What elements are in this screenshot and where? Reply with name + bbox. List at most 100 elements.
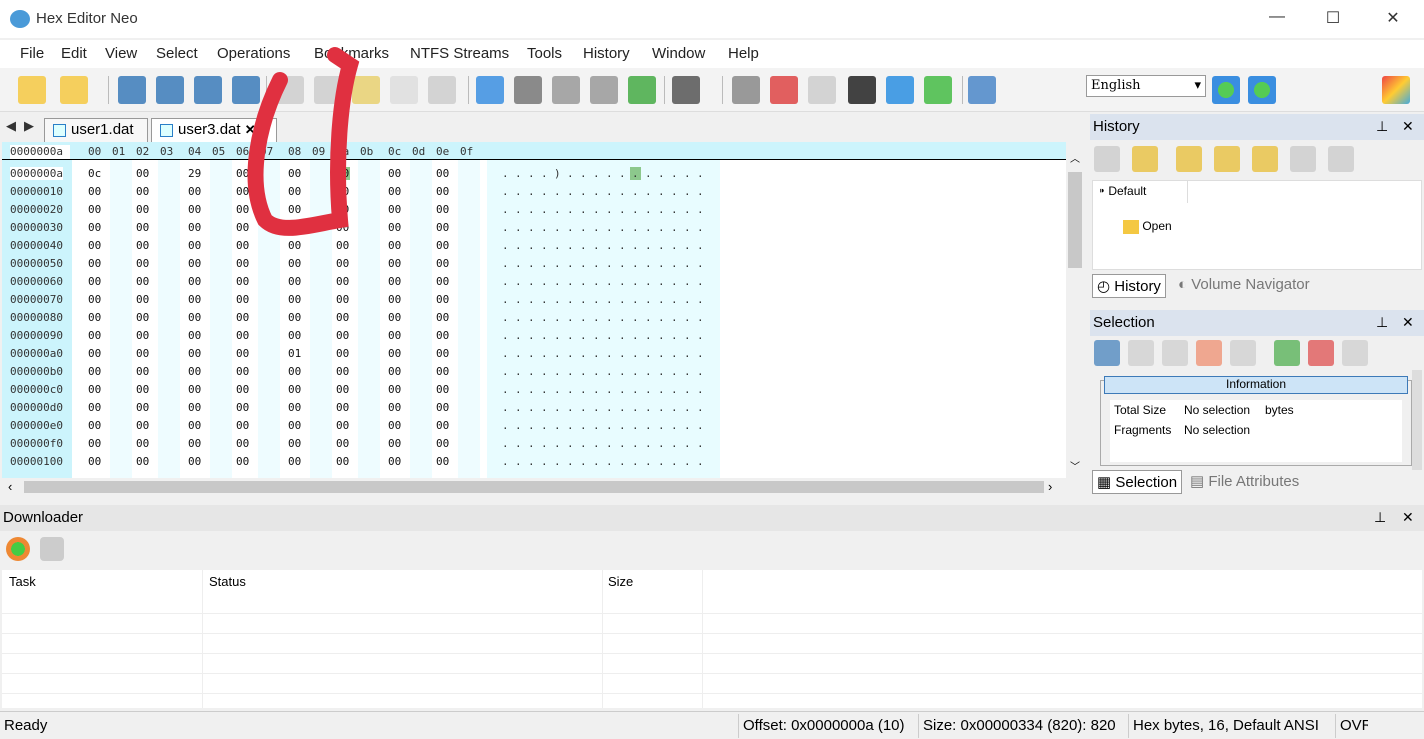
- text-char[interactable]: .: [578, 293, 589, 306]
- text-char[interactable]: .: [578, 311, 589, 324]
- text-char[interactable]: .: [695, 311, 706, 324]
- hex-byte[interactable]: 00: [335, 275, 350, 288]
- text-char[interactable]: .: [656, 419, 667, 432]
- text-char[interactable]: .: [513, 275, 524, 288]
- text-char[interactable]: .: [630, 203, 641, 216]
- pin-icon[interactable]: ⊥: [1376, 314, 1388, 331]
- text-char[interactable]: .: [591, 455, 602, 468]
- text-char[interactable]: .: [630, 311, 641, 324]
- text-char[interactable]: .: [682, 185, 693, 198]
- tab-scroll-left-icon[interactable]: ◀: [6, 118, 16, 134]
- hex-byte[interactable]: 00: [387, 275, 402, 288]
- hex-byte[interactable]: 00: [235, 347, 250, 360]
- hex-byte[interactable]: 00: [87, 401, 102, 414]
- text-char[interactable]: .: [630, 257, 641, 270]
- text-char[interactable]: .: [682, 419, 693, 432]
- hex-byte[interactable]: 00: [135, 419, 150, 432]
- find-prev-icon[interactable]: [590, 76, 618, 104]
- text-char[interactable]: .: [669, 203, 680, 216]
- hex-byte[interactable]: 00: [435, 167, 450, 180]
- hex-byte[interactable]: 00: [135, 329, 150, 342]
- text-char[interactable]: .: [643, 203, 654, 216]
- save-all-icon[interactable]: [194, 76, 222, 104]
- text-char[interactable]: .: [552, 347, 563, 360]
- hex-byte[interactable]: 00: [387, 455, 402, 468]
- menu-select[interactable]: Select: [156, 45, 198, 62]
- text-char[interactable]: .: [578, 365, 589, 378]
- hex-byte[interactable]: 00: [387, 257, 402, 270]
- language-select[interactable]: English ▾: [1086, 75, 1206, 97]
- text-char[interactable]: .: [617, 275, 628, 288]
- text-char[interactable]: .: [604, 455, 615, 468]
- hex-byte[interactable]: 00: [187, 293, 202, 306]
- text-char[interactable]: .: [539, 329, 550, 342]
- text-char[interactable]: .: [643, 185, 654, 198]
- extend-selection-icon[interactable]: [1196, 340, 1222, 366]
- scroll-thumb[interactable]: [1068, 172, 1082, 268]
- text-char[interactable]: .: [591, 203, 602, 216]
- hex-byte[interactable]: 00: [87, 239, 102, 252]
- text-char[interactable]: .: [539, 293, 550, 306]
- text-char[interactable]: .: [643, 365, 654, 378]
- hex-byte[interactable]: 00: [187, 311, 202, 324]
- text-char[interactable]: .: [578, 401, 589, 414]
- text-char[interactable]: .: [565, 347, 576, 360]
- hex-byte[interactable]: 00: [135, 185, 150, 198]
- hex-byte[interactable]: 00: [387, 311, 402, 324]
- hex-byte[interactable]: 00: [387, 221, 402, 234]
- hex-byte[interactable]: 00: [187, 437, 202, 450]
- text-char[interactable]: .: [500, 221, 511, 234]
- text-char[interactable]: .: [526, 437, 537, 450]
- text-char[interactable]: .: [656, 347, 667, 360]
- hex-byte[interactable]: 00: [335, 239, 350, 252]
- text-char[interactable]: .: [604, 239, 615, 252]
- hex-byte[interactable]: 00: [287, 239, 302, 252]
- text-char[interactable]: .: [552, 419, 563, 432]
- text-char[interactable]: .: [682, 455, 693, 468]
- history-options-icon[interactable]: [1328, 146, 1354, 172]
- text-char[interactable]: .: [695, 221, 706, 234]
- text-char[interactable]: .: [500, 275, 511, 288]
- hex-byte[interactable]: 00: [435, 419, 450, 432]
- cancel-download-icon[interactable]: [40, 537, 64, 561]
- hex-byte[interactable]: 00: [387, 167, 402, 180]
- text-char[interactable]: .: [669, 257, 680, 270]
- text-char[interactable]: .: [669, 185, 680, 198]
- pin-icon[interactable]: ⊥: [1376, 118, 1388, 135]
- text-char[interactable]: .: [591, 167, 602, 180]
- text-char[interactable]: .: [643, 293, 654, 306]
- tab-user1[interactable]: user1.dat: [44, 118, 148, 142]
- text-char[interactable]: .: [617, 293, 628, 306]
- text-char[interactable]: .: [513, 329, 524, 342]
- text-char[interactable]: .: [695, 419, 706, 432]
- text-char[interactable]: .: [513, 311, 524, 324]
- text-char[interactable]: .: [643, 221, 654, 234]
- text-char[interactable]: .: [565, 293, 576, 306]
- text-char[interactable]: .: [539, 401, 550, 414]
- text-char[interactable]: .: [604, 437, 615, 450]
- hex-byte[interactable]: 00: [335, 383, 350, 396]
- text-char[interactable]: .: [604, 203, 615, 216]
- hex-byte[interactable]: 00: [187, 419, 202, 432]
- text-char[interactable]: .: [669, 383, 680, 396]
- text-char[interactable]: .: [682, 311, 693, 324]
- pin-icon[interactable]: ⊥: [1374, 509, 1386, 526]
- text-char[interactable]: .: [539, 311, 550, 324]
- text-char[interactable]: .: [669, 419, 680, 432]
- text-char[interactable]: .: [682, 221, 693, 234]
- text-char[interactable]: .: [617, 419, 628, 432]
- hex-byte[interactable]: 00: [187, 275, 202, 288]
- text-char[interactable]: .: [643, 329, 654, 342]
- text-char[interactable]: .: [591, 275, 602, 288]
- hex-byte[interactable]: 00: [135, 257, 150, 270]
- hex-byte[interactable]: 00: [135, 221, 150, 234]
- hex-byte[interactable]: 00: [87, 329, 102, 342]
- text-char[interactable]: .: [578, 239, 589, 252]
- text-char[interactable]: .: [539, 167, 550, 180]
- hex-byte[interactable]: 00: [187, 203, 202, 216]
- hex-byte[interactable]: 00: [435, 401, 450, 414]
- text-char[interactable]: .: [500, 203, 511, 216]
- goto-icon[interactable]: [628, 76, 656, 104]
- scroll-thumb[interactable]: [24, 481, 1044, 493]
- text-char[interactable]: .: [552, 311, 563, 324]
